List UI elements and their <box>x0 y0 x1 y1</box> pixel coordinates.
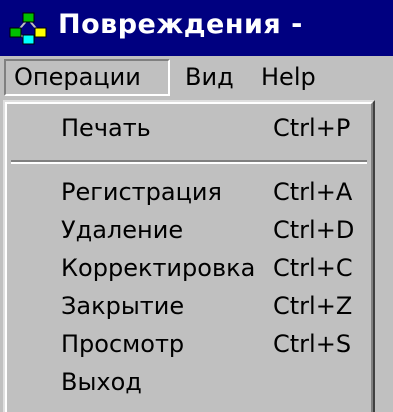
menu-item-shortcut: Ctrl+D <box>273 216 355 244</box>
menu-bar: Операции Вид Help <box>0 56 393 101</box>
title-bar[interactable]: Повреждения - <box>0 0 393 56</box>
menu-view[interactable]: Вид <box>177 59 242 96</box>
menu-item-label: Закрытие <box>61 292 185 320</box>
window-title: Повреждения - <box>58 9 303 40</box>
menu-item-exit[interactable]: Выход <box>5 362 371 402</box>
menu-item-label: Просмотр <box>61 330 185 358</box>
menu-item-shortcut: Ctrl+A <box>273 178 353 206</box>
menu-item-register[interactable]: Регистрация Ctrl+A <box>5 172 371 212</box>
menu-help[interactable]: Help <box>253 59 324 96</box>
menu-item-label: Выход <box>61 368 142 396</box>
menu-item-label: Печать <box>61 114 151 142</box>
menu-item-label: Регистрация <box>61 178 222 206</box>
menu-item-close[interactable]: Закрытие Ctrl+Z <box>5 286 371 326</box>
menu-separator <box>11 160 367 164</box>
menu-item-label: Корректировка <box>61 254 256 282</box>
menu-item-shortcut: Ctrl+P <box>273 114 351 142</box>
menu-item-label: Удаление <box>61 216 184 244</box>
menu-item-shortcut: Ctrl+C <box>273 254 353 282</box>
menu-item-shortcut: Ctrl+Z <box>273 292 353 320</box>
network-tree-icon[interactable] <box>8 11 48 45</box>
menu-item-view[interactable]: Просмотр Ctrl+S <box>5 324 371 364</box>
menu-item-shortcut: Ctrl+S <box>273 330 352 358</box>
operations-dropdown: Печать Ctrl+P Регистрация Ctrl+A Удалени… <box>3 100 375 412</box>
menu-item-delete[interactable]: Удаление Ctrl+D <box>5 210 371 250</box>
menu-item-correct[interactable]: Корректировка Ctrl+C <box>5 248 371 288</box>
menu-item-print[interactable]: Печать Ctrl+P <box>5 108 371 148</box>
menu-operations[interactable]: Операции <box>4 59 170 96</box>
